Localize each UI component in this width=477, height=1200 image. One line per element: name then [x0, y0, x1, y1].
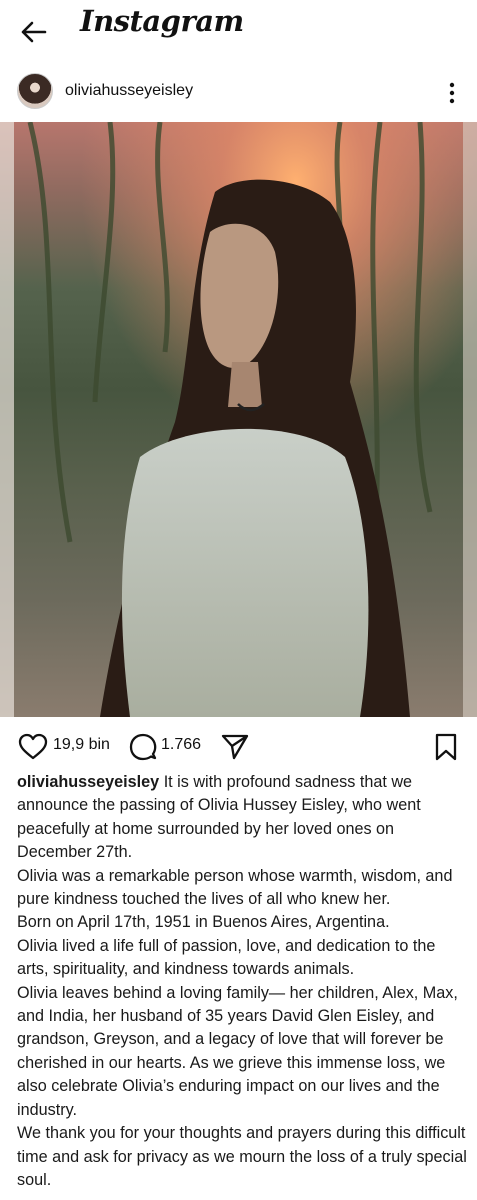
caption-paragraph: We thank you for your thoughts and praye… [17, 1124, 467, 1189]
action-bar: 19,9 bin 1.766 [0, 728, 477, 764]
caption-paragraph: Olivia leaves behind a loving family— he… [17, 983, 458, 1119]
arrow-left-icon[interactable] [18, 16, 50, 48]
heart-icon[interactable] [18, 733, 48, 761]
avatar[interactable] [17, 73, 53, 109]
post-username[interactable]: oliviahusseyeisley [65, 82, 193, 100]
caption-paragraph: oliviahusseyeisley It is with profound s… [17, 771, 467, 865]
send-icon[interactable] [221, 734, 249, 760]
post-caption: oliviahusseyeisley It is with profound s… [17, 771, 467, 1192]
post-photo-art [0, 122, 477, 717]
more-vertical-icon[interactable] [440, 80, 464, 106]
comment-icon[interactable] [129, 733, 157, 761]
caption-username[interactable]: oliviahusseyeisley [17, 773, 159, 791]
caption-paragraph: Born on April 17th, 1951 in Buenos Aires… [17, 913, 390, 932]
like-count[interactable]: 19,9 bin [53, 736, 110, 754]
caption-paragraph: Olivia was a remarkable person whose war… [17, 866, 453, 909]
app-title: Instagram [80, 4, 244, 38]
bookmark-icon[interactable] [434, 733, 458, 761]
post-photo[interactable] [0, 122, 477, 717]
top-bar: Instagram [0, 0, 477, 62]
comment-count[interactable]: 1.766 [161, 736, 201, 754]
post-header: oliviahusseyeisley [0, 70, 477, 114]
caption-paragraph: Olivia lived a life full of passion, lov… [17, 936, 436, 979]
